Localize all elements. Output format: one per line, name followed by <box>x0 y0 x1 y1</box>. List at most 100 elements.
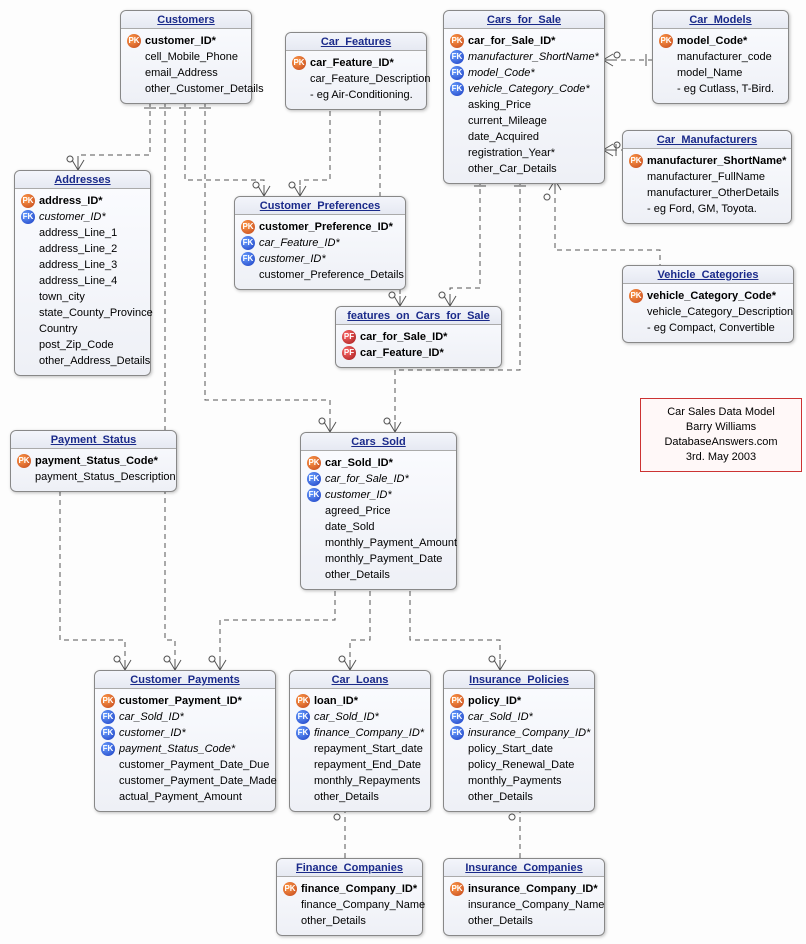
icon-spacer <box>629 321 643 335</box>
attribute-row: other_Details <box>307 567 450 583</box>
icon-spacer <box>21 242 35 256</box>
attribute-row: agreed_Price <box>307 503 450 519</box>
attribute-row: payment_Status_Description <box>17 469 170 485</box>
icon-spacer <box>127 82 141 96</box>
entity-customer-payments: Customer_PaymentsPKcustomer_Payment_ID*F… <box>94 670 276 812</box>
attribute-row: PKaddress_ID* <box>21 193 144 209</box>
attribute-name: finance_Company_ID* <box>301 881 417 897</box>
attribute-name: post_Zip_Code <box>39 337 114 353</box>
icon-spacer <box>101 758 115 772</box>
attribute-row: address_Line_3 <box>21 257 144 273</box>
pfk-key-icon: PF <box>342 346 356 360</box>
icon-spacer <box>127 50 141 64</box>
attribute-name: manufacturer_code <box>677 49 772 65</box>
attribute-name: customer_ID* <box>325 487 392 503</box>
icon-spacer <box>296 742 310 756</box>
entity-body: PKcustomer_Preference_ID*FKcar_Feature_I… <box>235 215 405 289</box>
attribute-name: - eg Air-Conditioning. <box>310 87 413 103</box>
icon-spacer <box>659 66 673 80</box>
attribute-name: finance_Company_ID* <box>314 725 424 741</box>
attribute-name: manufacturer_ShortName* <box>468 49 599 65</box>
pk-key-icon: PK <box>21 194 35 208</box>
attribute-name: manufacturer_FullName <box>647 169 765 185</box>
entity-body: PKcustomer_Payment_ID*FKcar_Sold_ID*FKcu… <box>95 689 275 811</box>
attribute-row: other_Car_Details <box>450 161 598 177</box>
attribute-row: - eg Compact, Convertible <box>629 320 787 336</box>
pk-key-icon: PK <box>307 456 321 470</box>
fk-key-icon: FK <box>450 66 464 80</box>
entity-title: Insurance_Policies <box>444 671 594 689</box>
icon-spacer <box>21 274 35 288</box>
entity-cars-for-sale: Cars_for_SalePKcar_for_Sale_ID*FKmanufac… <box>443 10 605 184</box>
attribute-row: PKmanufacturer_ShortName* <box>629 153 785 169</box>
attribute-row: monthly_Payment_Date <box>307 551 450 567</box>
attribute-name: insurance_Company_ID* <box>468 725 590 741</box>
attribute-row: asking_Price <box>450 97 598 113</box>
attribute-row: address_Line_4 <box>21 273 144 289</box>
attribute-name: customer_ID* <box>119 725 186 741</box>
entity-insurance-policies: Insurance_PoliciesPKpolicy_ID*FKcar_Sold… <box>443 670 595 812</box>
attribute-row: repayment_End_Date <box>296 757 424 773</box>
icon-spacer <box>629 305 643 319</box>
attribute-row: PKmodel_Code* <box>659 33 782 49</box>
attribute-name: car_Feature_Description <box>310 71 430 87</box>
pk-key-icon: PK <box>450 694 464 708</box>
entity-body: PKaddress_ID*FKcustomer_ID*address_Line_… <box>15 189 150 375</box>
entity-title: Customer_Preferences <box>235 197 405 215</box>
icon-spacer <box>296 758 310 772</box>
entity-title: Cars_for_Sale <box>444 11 604 29</box>
attribute-name: customer_ID* <box>39 209 106 225</box>
pk-key-icon: PK <box>659 34 673 48</box>
pk-key-icon: PK <box>17 454 31 468</box>
attribute-name: customer_Payment_Date_Made <box>119 773 277 789</box>
icon-spacer <box>450 130 464 144</box>
attribute-name: customer_ID* <box>145 33 216 49</box>
attribute-row: other_Details <box>283 913 416 929</box>
pk-key-icon: PK <box>450 882 464 896</box>
attribute-name: agreed_Price <box>325 503 390 519</box>
icon-spacer <box>629 202 643 216</box>
fk-key-icon: FK <box>101 742 115 756</box>
attribute-name: Country <box>39 321 78 337</box>
attribute-name: address_Line_4 <box>39 273 117 289</box>
attribute-row: FKcustomer_ID* <box>241 251 399 267</box>
icon-spacer <box>307 536 321 550</box>
attribute-row: monthly_Payments <box>450 773 588 789</box>
icon-spacer <box>21 226 35 240</box>
attribute-name: customer_Payment_ID* <box>119 693 242 709</box>
attribute-row: FKinsurance_Company_ID* <box>450 725 588 741</box>
attribute-row: town_city <box>21 289 144 305</box>
attribute-row: policy_Renewal_Date <box>450 757 588 773</box>
attribute-name: other_Details <box>468 789 533 805</box>
attribute-name: - eg Cutlass, T-Bird. <box>677 81 774 97</box>
attribute-name: monthly_Payments <box>468 773 562 789</box>
attribute-row: other_Details <box>450 789 588 805</box>
attribute-name: monthly_Repayments <box>314 773 420 789</box>
entity-car-models: Car_ModelsPKmodel_Code*manufacturer_code… <box>652 10 789 104</box>
attribute-row: manufacturer_FullName <box>629 169 785 185</box>
entity-cars-sold: Cars_SoldPKcar_Sold_ID*FKcar_for_Sale_ID… <box>300 432 457 590</box>
entity-title: Addresses <box>15 171 150 189</box>
icon-spacer <box>450 162 464 176</box>
icon-spacer <box>450 758 464 772</box>
attribute-row: PKvehicle_Category_Code* <box>629 288 787 304</box>
attribute-name: other_Details <box>301 913 366 929</box>
attribute-row: PKcustomer_ID* <box>127 33 245 49</box>
attribute-row: FKvehicle_Category_Code* <box>450 81 598 97</box>
pk-key-icon: PK <box>450 34 464 48</box>
icon-spacer <box>283 914 297 928</box>
entity-body: PKinsurance_Company_ID*insurance_Company… <box>444 877 604 935</box>
attribute-name: policy_Renewal_Date <box>468 757 574 773</box>
attribute-row: post_Zip_Code <box>21 337 144 353</box>
entity-body: PKfinance_Company_ID*finance_Company_Nam… <box>277 877 422 935</box>
attribute-row: PF car_Feature_ID* <box>342 345 495 361</box>
attribute-row: FKmodel_Code* <box>450 65 598 81</box>
attribute-name: car_for_Sale_ID* <box>360 329 447 345</box>
attribute-name: insurance_Company_ID* <box>468 881 598 897</box>
icon-spacer <box>283 898 297 912</box>
icon-spacer <box>241 268 255 282</box>
attribute-name: car_Feature_ID* <box>360 345 444 361</box>
attribute-row: cell_Mobile_Phone <box>127 49 245 65</box>
icon-spacer <box>127 66 141 80</box>
entity-car-features: Car_FeaturesPKcar_Feature_ID*car_Feature… <box>285 32 427 110</box>
